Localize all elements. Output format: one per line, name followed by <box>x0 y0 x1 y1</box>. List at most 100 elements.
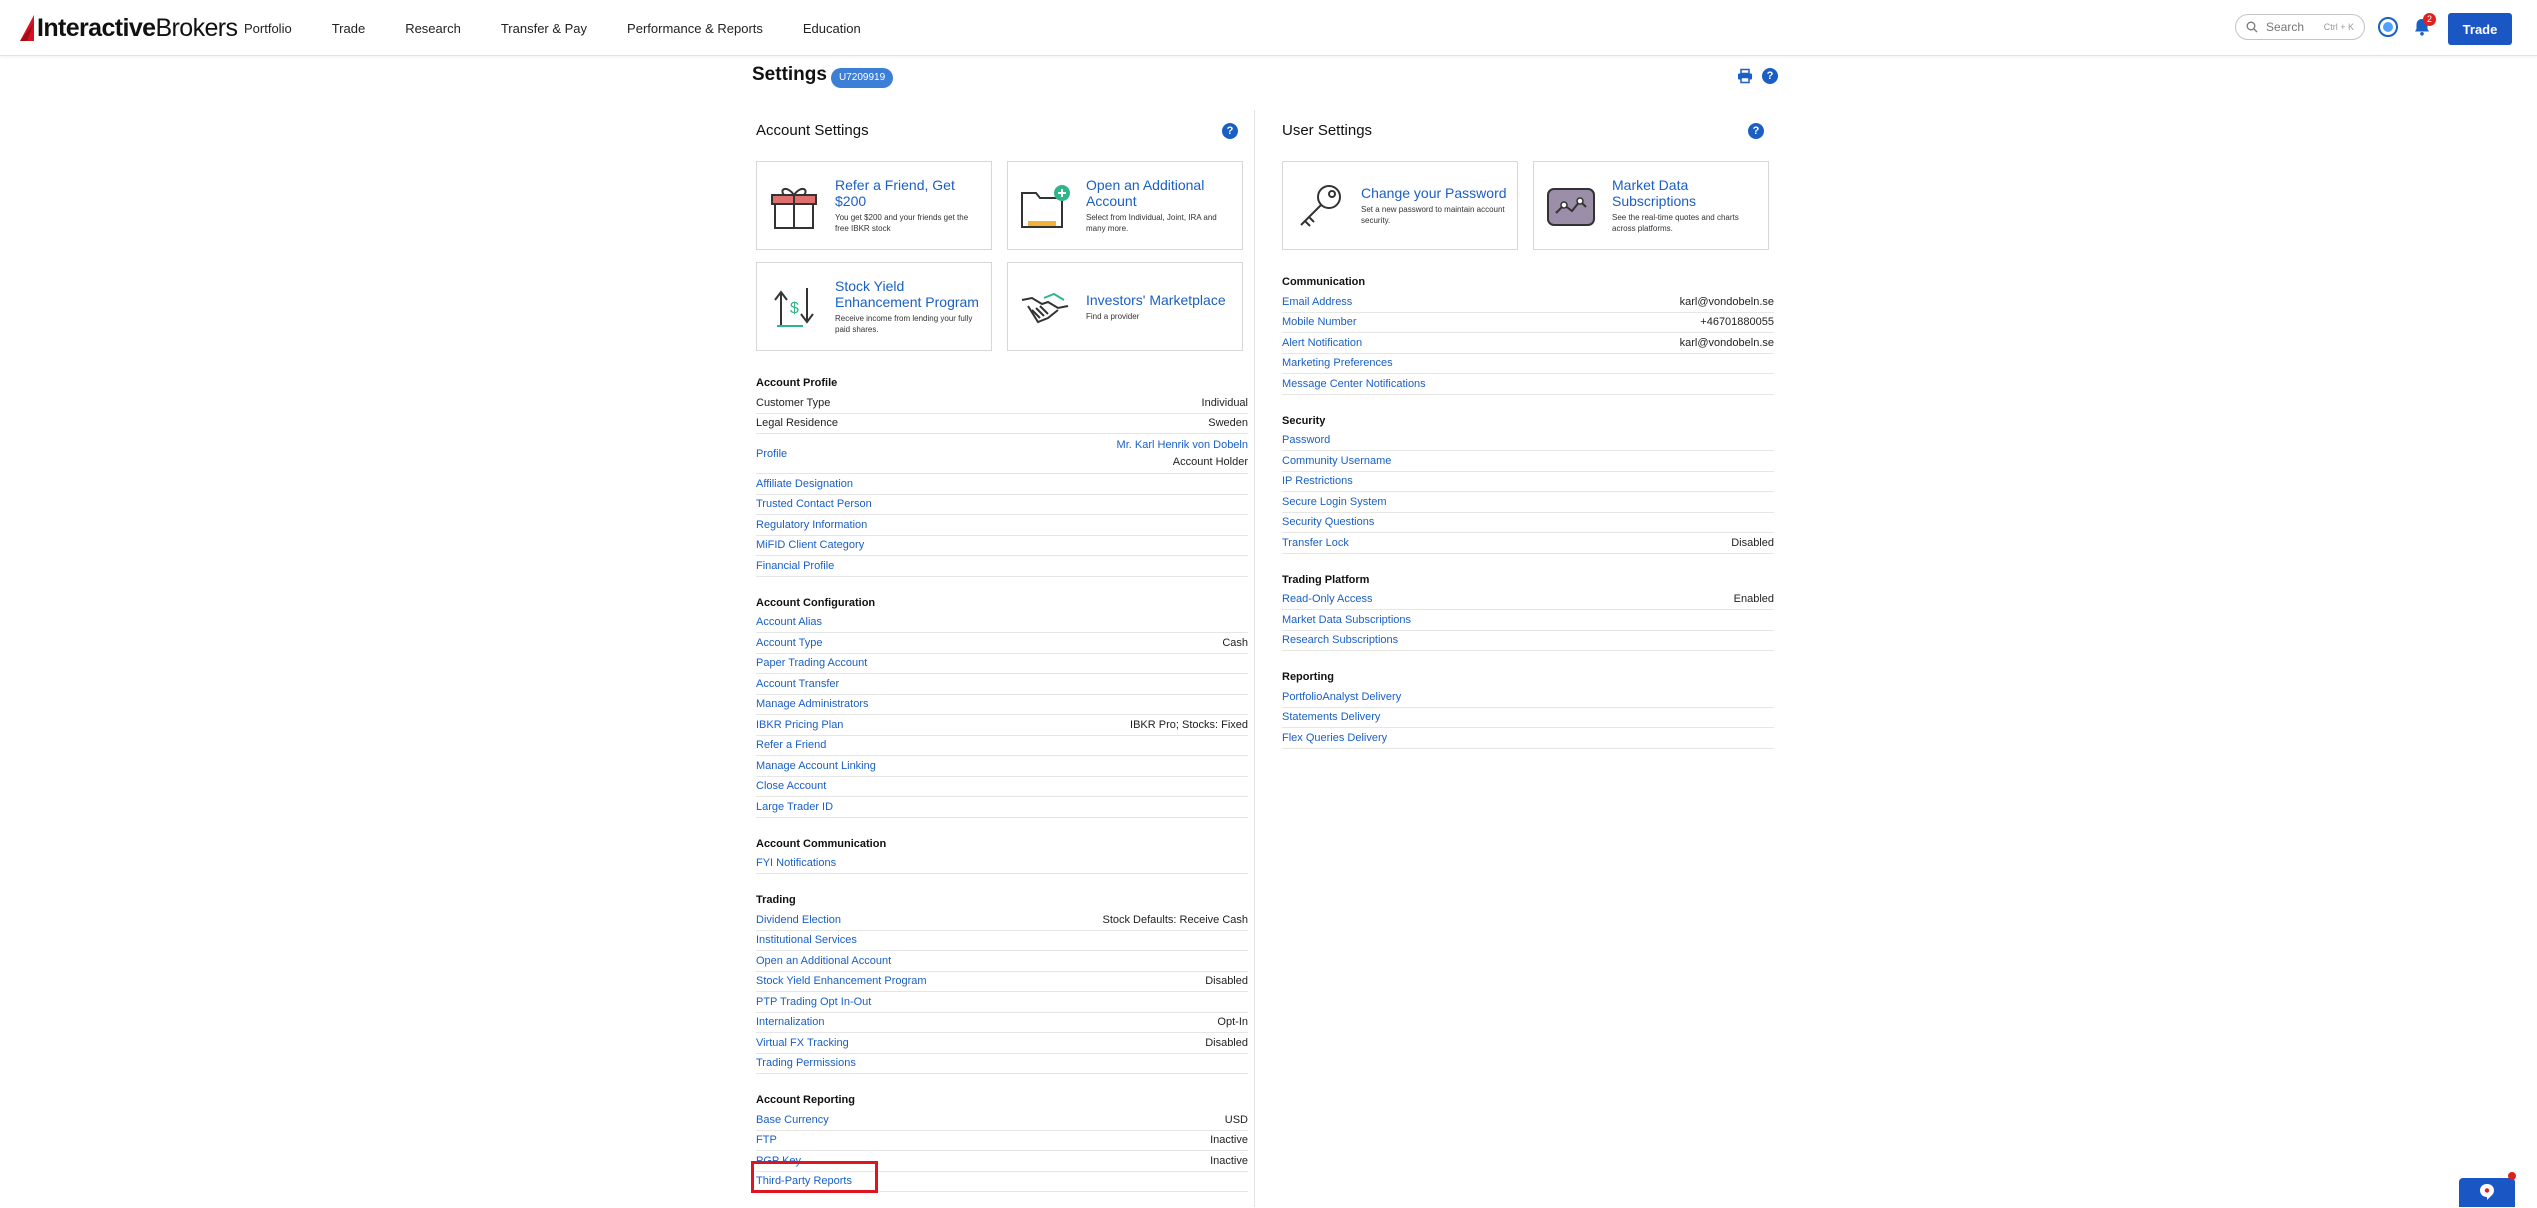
fyi-notifications-link[interactable]: FYI Notifications <box>756 857 836 869</box>
statements-delivery-link[interactable]: Statements Delivery <box>1282 711 1380 723</box>
row-value: +46701880055 <box>1700 316 1774 329</box>
research-subscriptions-link[interactable]: Research Subscriptions <box>1282 634 1398 646</box>
internalization-link[interactable]: Internalization <box>756 1016 825 1028</box>
print-icon[interactable] <box>1737 68 1753 84</box>
ip-restrictions-link[interactable]: IP Restrictions <box>1282 475 1353 487</box>
card-investors-marketplace[interactable]: Investors' Marketplace Find a provider <box>1007 262 1243 351</box>
row-institutional-services: Institutional Services <box>756 931 1248 951</box>
brand-logo[interactable]: InteractiveBrokers <box>20 12 238 44</box>
pgp-key-link[interactable]: PGP Key <box>756 1155 801 1167</box>
row-value: karl@vondobeln.se <box>1679 336 1774 349</box>
portfolioanalyst-delivery-link[interactable]: PortfolioAnalyst Delivery <box>1282 691 1401 703</box>
close-account-link[interactable]: Close Account <box>756 780 826 792</box>
financial-profile-link[interactable]: Financial Profile <box>756 560 834 572</box>
folder-add-icon <box>1021 184 1070 228</box>
row-value: Enabled <box>1733 593 1774 606</box>
trading-permissions-link[interactable]: Trading Permissions <box>756 1057 856 1069</box>
profile-name-link[interactable]: Mr. Karl Henrik von Dobeln <box>1117 437 1248 454</box>
paper-trading-link[interactable]: Paper Trading Account <box>756 657 867 669</box>
chat-button[interactable] <box>2459 1178 2515 1207</box>
section-title: Reporting <box>1282 671 1334 683</box>
security-questions-link[interactable]: Security Questions <box>1282 516 1374 528</box>
row-open-additional-account: Open an Additional Account <box>756 951 1248 972</box>
card-desc: See the real-time quotes and charts acro… <box>1612 213 1739 233</box>
stock-yield-link[interactable]: Stock Yield Enhancement Program <box>756 975 927 987</box>
section-security: Security Password Community Username IP … <box>1282 411 1774 554</box>
transfer-lock-link[interactable]: Transfer Lock <box>1282 537 1349 549</box>
nav-portfolio[interactable]: Portfolio <box>244 21 292 36</box>
large-trader-id-link[interactable]: Large Trader ID <box>756 801 833 813</box>
card-market-data-subscriptions[interactable]: Market Data Subscriptions See the real-t… <box>1533 161 1769 250</box>
chat-icon <box>2480 1184 2494 1200</box>
nav-transfer-pay[interactable]: Transfer & Pay <box>501 21 587 36</box>
row-customer-type: Customer Type Individual <box>756 393 1248 414</box>
row-pricing-plan: IBKR Pricing Plan IBKR Pro; Stocks: Fixed <box>756 715 1248 736</box>
row-paper-trading: Paper Trading Account <box>756 654 1248 674</box>
refer-a-friend-link[interactable]: Refer a Friend <box>756 739 826 751</box>
regulatory-information-link[interactable]: Regulatory Information <box>756 519 867 531</box>
card-stock-yield[interactable]: $ Stock Yield Enhancement Program Receiv… <box>756 262 992 351</box>
mifid-category-link[interactable]: MiFID Client Category <box>756 539 864 551</box>
section-title: Communication <box>1282 276 1366 288</box>
card-refer-a-friend[interactable]: Refer a Friend, Get $200 You get $200 an… <box>756 161 992 250</box>
card-open-additional-account[interactable]: Open an Additional Account Select from I… <box>1007 161 1243 250</box>
ptp-trading-link[interactable]: PTP Trading Opt In-Out <box>756 996 871 1008</box>
trusted-contact-link[interactable]: Trusted Contact Person <box>756 498 872 510</box>
search-input[interactable]: Search Ctrl + K <box>2235 14 2365 40</box>
account-type-link[interactable]: Account Type <box>756 637 822 649</box>
row-ip-restrictions: IP Restrictions <box>1282 472 1774 492</box>
community-username-link[interactable]: Community Username <box>1282 455 1391 467</box>
row-legal-residence: Legal Residence Sweden <box>756 414 1248 434</box>
virtual-fx-link[interactable]: Virtual FX Tracking <box>756 1037 849 1049</box>
nav-research[interactable]: Research <box>405 21 461 36</box>
open-additional-account-link[interactable]: Open an Additional Account <box>756 955 891 967</box>
card-title: Change your Password <box>1361 185 1507 201</box>
account-settings-help-icon[interactable]: ? <box>1222 123 1238 139</box>
user-settings-help-icon[interactable]: ? <box>1748 123 1764 139</box>
row-value: Inactive <box>1210 1134 1248 1147</box>
ftp-link[interactable]: FTP <box>756 1134 777 1146</box>
globe-icon[interactable] <box>2378 17 2398 37</box>
market-data-subscriptions-link[interactable]: Market Data Subscriptions <box>1282 614 1411 626</box>
account-alias-link[interactable]: Account Alias <box>756 616 822 628</box>
alert-notification-link[interactable]: Alert Notification <box>1282 337 1362 349</box>
message-center-link[interactable]: Message Center Notifications <box>1282 378 1426 390</box>
row-transfer-lock: Transfer Lock Disabled <box>1282 533 1774 554</box>
profile-link[interactable]: Profile <box>756 448 787 460</box>
help-icon[interactable]: ? <box>1762 68 1778 84</box>
nav-performance-reports[interactable]: Performance & Reports <box>627 21 763 36</box>
manage-administrators-link[interactable]: Manage Administrators <box>756 698 869 710</box>
row-community-username: Community Username <box>1282 451 1774 472</box>
row-affiliate-designation: Affiliate Designation <box>756 474 1248 495</box>
card-change-password[interactable]: Change your Password Set a new password … <box>1282 161 1518 250</box>
row-value: USD <box>1224 1113 1248 1126</box>
email-address-link[interactable]: Email Address <box>1282 296 1352 308</box>
secure-login-link[interactable]: Secure Login System <box>1282 496 1387 508</box>
institutional-services-link[interactable]: Institutional Services <box>756 934 857 946</box>
flex-queries-delivery-link[interactable]: Flex Queries Delivery <box>1282 732 1387 744</box>
base-currency-link[interactable]: Base Currency <box>756 1114 829 1126</box>
pricing-plan-link[interactable]: IBKR Pricing Plan <box>756 719 843 731</box>
marketing-preferences-link[interactable]: Marketing Preferences <box>1282 357 1393 369</box>
affiliate-designation-link[interactable]: Affiliate Designation <box>756 478 853 490</box>
key-icon <box>1300 184 1341 227</box>
third-party-reports-link[interactable]: Third-Party Reports <box>756 1175 852 1187</box>
main-nav: Portfolio Trade Research Transfer & Pay … <box>244 0 901 56</box>
row-message-center: Message Center Notifications <box>1282 374 1774 395</box>
search-placeholder: Search <box>2266 20 2305 34</box>
read-only-access-link[interactable]: Read-Only Access <box>1282 593 1372 605</box>
nav-trade[interactable]: Trade <box>332 21 365 36</box>
account-transfer-link[interactable]: Account Transfer <box>756 678 839 690</box>
row-financial-profile: Financial Profile <box>756 556 1248 577</box>
section-title: Trading <box>756 894 796 906</box>
manage-account-linking-link[interactable]: Manage Account Linking <box>756 760 876 772</box>
row-flex-queries-delivery: Flex Queries Delivery <box>1282 728 1774 749</box>
user-settings-heading: User Settings ? <box>1282 110 1774 152</box>
row-value: Opt-In <box>1217 1016 1248 1029</box>
dividend-election-link[interactable]: Dividend Election <box>756 914 841 926</box>
password-link[interactable]: Password <box>1282 434 1330 446</box>
row-mifid-category: MiFID Client Category <box>756 536 1248 556</box>
trade-button[interactable]: Trade <box>2448 13 2512 45</box>
nav-education[interactable]: Education <box>803 21 861 36</box>
mobile-number-link[interactable]: Mobile Number <box>1282 316 1357 328</box>
